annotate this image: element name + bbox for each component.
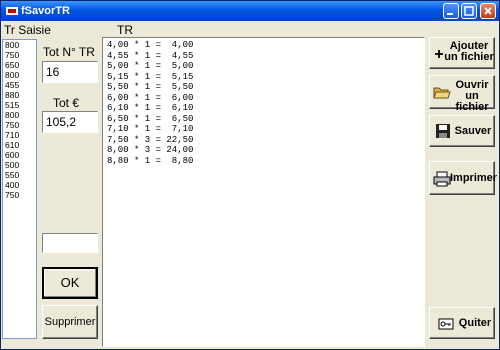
tr-list-item[interactable]: 5,00 * 1 = 5,00: [107, 61, 420, 72]
minimize-button[interactable]: [443, 3, 459, 19]
tot-eur-field[interactable]: 105,2: [42, 111, 98, 133]
quitter-label: Quiter: [458, 317, 492, 329]
tr-list-item[interactable]: 7,50 * 3 = 22,50: [107, 135, 420, 146]
saisie-list-item[interactable]: 750: [5, 50, 36, 60]
minimize-icon: [447, 13, 453, 15]
saisie-list-item[interactable]: 610: [5, 140, 36, 150]
saisie-list-item[interactable]: 550: [5, 170, 36, 180]
tr-list-item[interactable]: 4,00 * 1 = 4,00: [107, 40, 420, 51]
ouvrir-label: Ouvrir un fichier: [455, 79, 489, 113]
quitter-button[interactable]: Quiter: [429, 307, 495, 339]
saisie-list-item[interactable]: 800: [5, 70, 36, 80]
close-button[interactable]: [480, 3, 496, 19]
tr-list-item[interactable]: 7,10 * 1 = 7,10: [107, 124, 420, 135]
supprimer-label: Supprimer: [44, 316, 96, 328]
app-window: fSavorTR Tr Saisie TR 800 750 650 800 455 880…: [0, 0, 500, 350]
close-icon: [484, 7, 492, 15]
tr-list-item[interactable]: 5,50 * 1 = 5,50: [107, 82, 420, 93]
tot-ntr-label: Tot N° TR: [43, 45, 95, 59]
plus-icon: [435, 50, 443, 58]
title-bar[interactable]: fSavorTR: [1, 1, 499, 21]
imprimer-button[interactable]: Imprimer: [429, 161, 498, 195]
key-icon: [438, 318, 454, 330]
saisie-list-item[interactable]: 650: [5, 60, 36, 70]
saisie-list-item[interactable]: 800: [5, 110, 36, 120]
tr-saisie-label: Tr Saisie: [4, 23, 51, 37]
tr-list-item[interactable]: 6,10 * 1 = 6,10: [107, 103, 420, 114]
window-title: fSavorTR: [21, 5, 70, 17]
imprimer-label: Imprimer: [450, 172, 498, 184]
tr-list-item[interactable]: 5,15 * 1 = 5,15: [107, 72, 420, 83]
tr-list-item[interactable]: 8,80 * 1 = 8,80: [107, 156, 420, 167]
tr-list-item[interactable]: 4,55 * 1 = 4,55: [107, 51, 420, 62]
app-icon: [6, 7, 18, 15]
saisie-list-item[interactable]: 455: [5, 80, 36, 90]
tr-label: TR: [117, 23, 133, 37]
saisie-list-item[interactable]: 515: [5, 100, 36, 110]
saisie-list-item[interactable]: 800: [5, 40, 36, 50]
saisie-list-item[interactable]: 880: [5, 90, 36, 100]
tr-list-item[interactable]: 8,00 * 3 = 24,00: [107, 145, 420, 156]
tot-ntr-field[interactable]: 16: [42, 61, 98, 83]
saisie-list-item[interactable]: 750: [5, 190, 36, 200]
saisie-list-item[interactable]: 400: [5, 180, 36, 190]
maximize-icon: [464, 6, 474, 16]
ok-label: OK: [60, 275, 80, 290]
saisie-list-item[interactable]: 600: [5, 150, 36, 160]
tr-list[interactable]: 4,00 * 1 = 4,00 4,55 * 1 = 4,55 5,00 * 1 =…: [102, 37, 425, 347]
sauver-label: Sauver: [454, 125, 492, 137]
maximize-button[interactable]: [461, 3, 477, 19]
ajouter-fichier-button[interactable]: Ajouter un fichier: [429, 37, 495, 69]
supprimer-button[interactable]: Supprimer: [42, 305, 98, 339]
saisie-list-item[interactable]: 500: [5, 160, 36, 170]
value-input[interactable]: [42, 233, 98, 253]
saisie-list-item[interactable]: 710: [5, 130, 36, 140]
tr-list-item[interactable]: 6,00 * 1 = 6,00: [107, 93, 420, 104]
saisie-list-item[interactable]: 750: [5, 120, 36, 130]
saisie-list[interactable]: 800 750 650 800 455 880 515 800 750 710 610 600 500 5…: [2, 39, 37, 339]
floppy-disk-icon: [436, 124, 450, 138]
ajouter-label: Ajouter un fichier: [444, 40, 494, 63]
tot-eur-label: Tot €: [53, 96, 80, 110]
tr-list-item[interactable]: 6,50 * 1 = 6,50: [107, 114, 420, 125]
ouvrir-fichier-button[interactable]: Ouvrir un fichier: [429, 75, 495, 113]
sauver-button[interactable]: Sauver: [429, 115, 495, 147]
ok-button[interactable]: OK: [42, 267, 98, 299]
printer-icon: [433, 171, 451, 187]
